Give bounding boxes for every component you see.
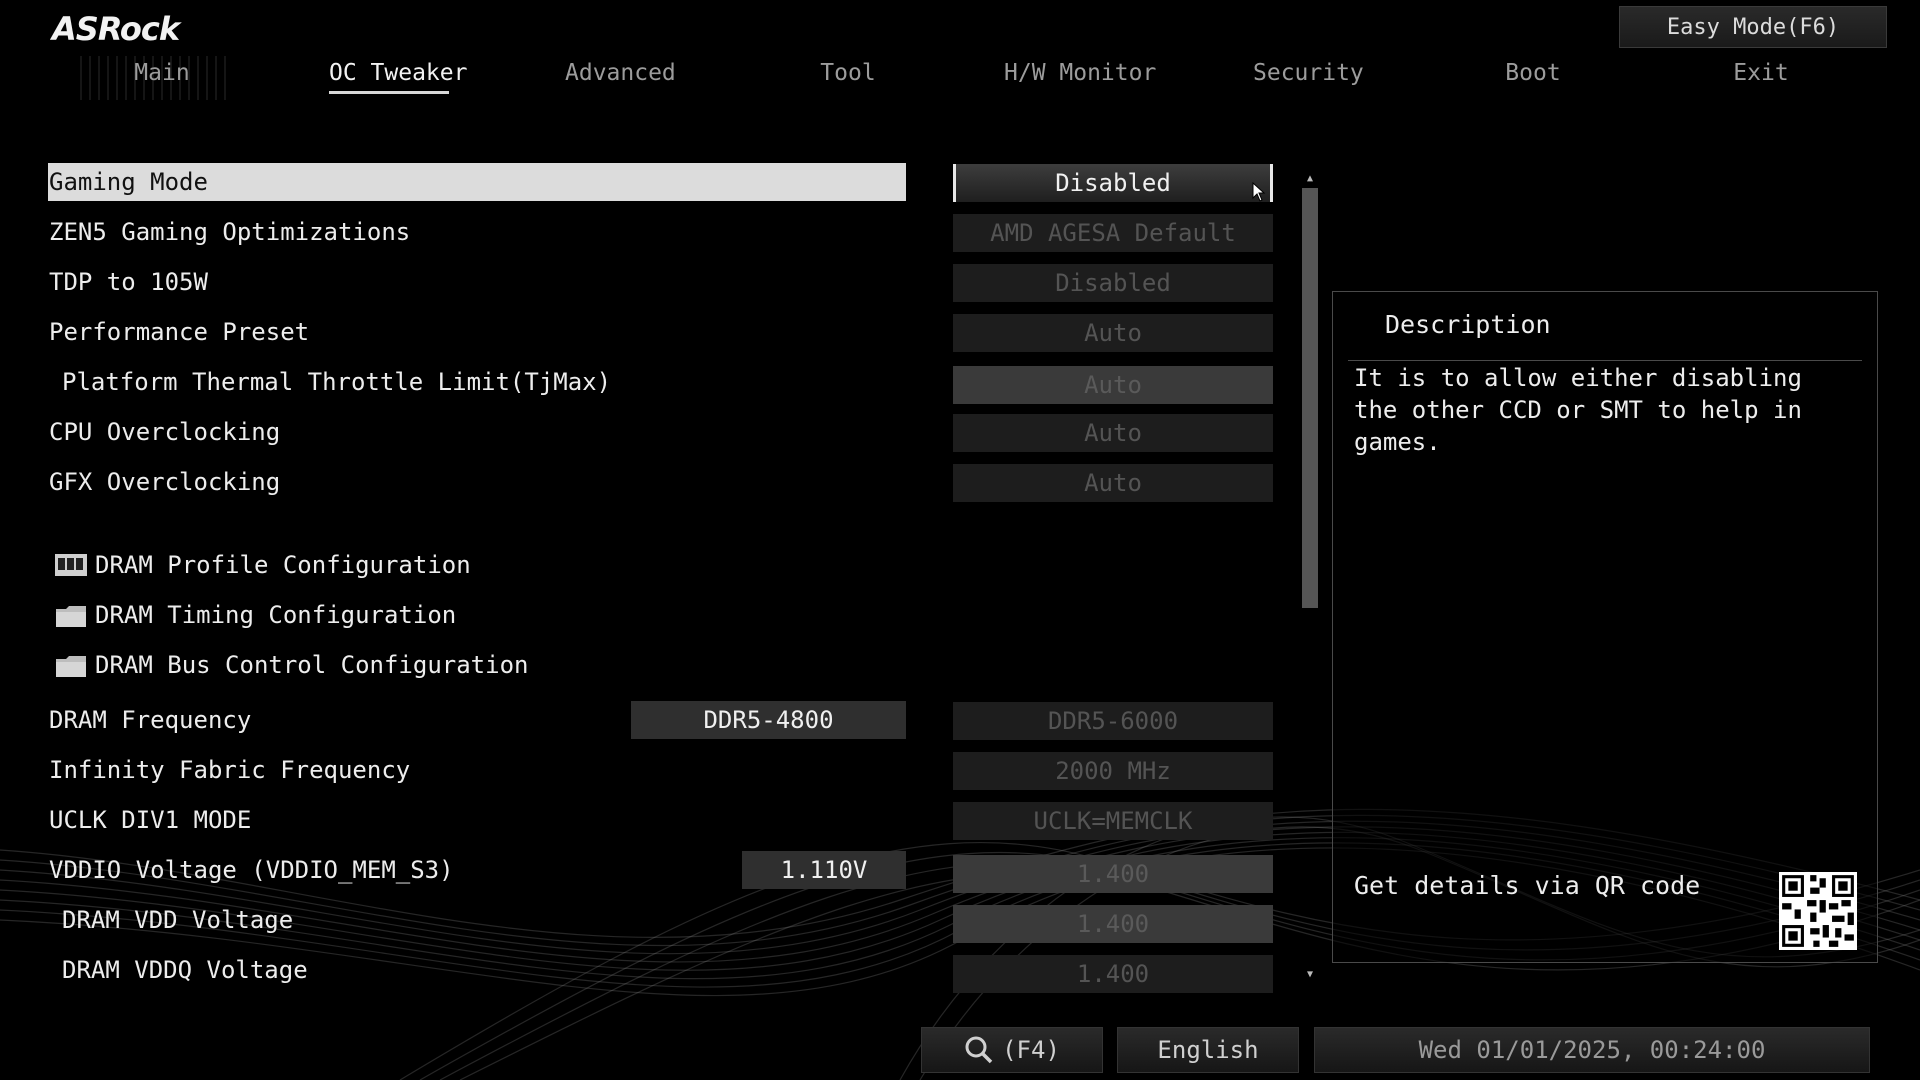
setting-infinity-fabric-frequency[interactable]: Infinity Fabric Frequency: [49, 748, 410, 792]
setting-tdp-105w[interactable]: TDP to 105W: [49, 260, 208, 304]
tab-exit[interactable]: Exit: [1733, 60, 1789, 94]
setting-dram-vddq-voltage[interactable]: DRAM VDDQ Voltage: [62, 948, 308, 992]
tab-boot[interactable]: Boot: [1505, 60, 1561, 94]
option-tdp-105w[interactable]: Disabled: [953, 264, 1273, 302]
scrollbar-thumb[interactable]: [1302, 188, 1318, 608]
folder-icon: [56, 606, 86, 627]
search-shortcut-label: (F4): [1002, 1036, 1060, 1064]
description-divider: [1348, 360, 1862, 361]
tab-main[interactable]: Main: [131, 60, 193, 94]
folder-icon: [56, 656, 86, 677]
submenu-dram-timing-configuration[interactable]: DRAM Timing Configuration: [95, 593, 456, 637]
option-gaming-mode[interactable]: Disabled: [953, 164, 1273, 202]
mouse-cursor-icon: [1252, 182, 1266, 202]
asrock-logo: ASRock: [52, 10, 180, 48]
search-icon: [965, 1036, 993, 1064]
tab-advanced[interactable]: Advanced: [565, 60, 676, 94]
setting-platform-thermal-throttle[interactable]: Platform Thermal Throttle Limit(TjMax): [62, 360, 611, 404]
description-title: Description: [1385, 310, 1551, 339]
current-dram-frequency: DDR5-4800: [631, 701, 906, 739]
tab-oc-tweaker[interactable]: OC Tweaker: [329, 60, 467, 94]
setting-cpu-overclocking[interactable]: CPU Overclocking: [49, 410, 280, 454]
setting-dram-vdd-voltage[interactable]: DRAM VDD Voltage: [62, 898, 293, 942]
setting-gaming-mode[interactable]: Gaming Mode: [49, 160, 208, 204]
language-button[interactable]: English: [1117, 1027, 1299, 1073]
setting-uclk-div1-mode[interactable]: UCLK DIV1 MODE: [49, 798, 251, 842]
submenu-dram-profile-configuration[interactable]: DRAM Profile Configuration: [95, 543, 471, 587]
option-infinity-fabric-frequency[interactable]: 2000 MHz: [953, 752, 1273, 790]
option-uclk-div1-mode[interactable]: UCLK=MEMCLK: [953, 802, 1273, 840]
memory-icon: [55, 554, 87, 576]
tab-security[interactable]: Security: [1253, 60, 1364, 94]
setting-zen5-gaming-optimizations[interactable]: ZEN5 Gaming Optimizations: [49, 210, 410, 254]
tab-hw-monitor[interactable]: H/W Monitor: [1004, 60, 1156, 94]
active-tab-underline: [329, 91, 449, 94]
scroll-up-arrow-icon[interactable]: ▲: [1300, 170, 1320, 186]
option-platform-thermal-throttle[interactable]: Auto: [953, 366, 1273, 404]
scroll-down-arrow-icon[interactable]: ▼: [1300, 966, 1320, 982]
datetime-display: Wed 01/01/2025, 00:24:00: [1314, 1027, 1870, 1073]
option-vddio-voltage[interactable]: 1.400: [953, 855, 1273, 893]
option-performance-preset[interactable]: Auto: [953, 314, 1273, 352]
tab-oc-tweaker-label: OC Tweaker: [329, 60, 468, 86]
option-dram-vdd-voltage[interactable]: 1.400: [953, 905, 1273, 943]
qr-code-label: Get details via QR code: [1354, 871, 1701, 900]
search-button[interactable]: (F4): [921, 1027, 1103, 1073]
option-cpu-overclocking[interactable]: Auto: [953, 414, 1273, 452]
description-text: It is to allow either disabling the othe…: [1354, 364, 1802, 456]
setting-performance-preset[interactable]: Performance Preset: [49, 310, 309, 354]
easy-mode-button[interactable]: Easy Mode(F6): [1619, 6, 1887, 48]
option-zen5-gaming-optimizations[interactable]: AMD AGESA Default: [953, 214, 1273, 252]
tab-tool[interactable]: Tool: [820, 60, 876, 94]
setting-dram-frequency[interactable]: DRAM Frequency: [49, 698, 251, 742]
qr-code-image: [1779, 872, 1857, 950]
current-vddio-voltage: 1.110V: [742, 851, 906, 889]
option-dram-frequency[interactable]: DDR5-6000: [953, 702, 1273, 740]
setting-gfx-overclocking[interactable]: GFX Overclocking: [49, 460, 280, 504]
option-dram-vddq-voltage[interactable]: 1.400: [953, 955, 1273, 993]
option-gfx-overclocking[interactable]: Auto: [953, 464, 1273, 502]
submenu-dram-bus-control-configuration[interactable]: DRAM Bus Control Configuration: [95, 643, 528, 687]
setting-vddio-voltage[interactable]: VDDIO Voltage (VDDIO_MEM_S3): [49, 848, 454, 892]
